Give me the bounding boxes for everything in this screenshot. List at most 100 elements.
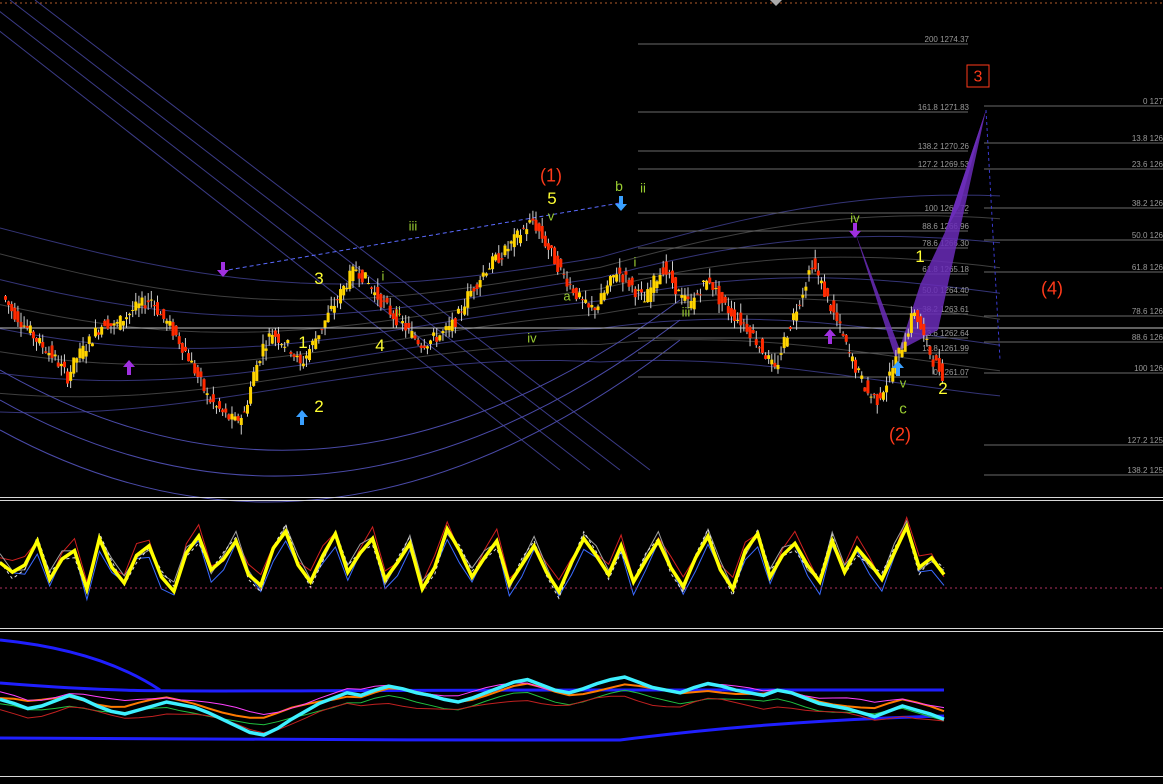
candle-body: [916, 310, 920, 323]
candle-body: [156, 302, 160, 315]
wave-label: iv: [527, 331, 537, 346]
candle-body: [81, 345, 85, 359]
candle-body: [264, 348, 268, 351]
candle-body: [795, 311, 799, 321]
buy-arrow-icon: [296, 410, 308, 425]
candle-body: [556, 255, 560, 272]
candle-body: [881, 392, 885, 400]
candle-body: [211, 394, 215, 403]
pane-separator-2[interactable]: [0, 628, 1163, 629]
candle-body: [84, 351, 88, 357]
fib-label-far: 88.6 126: [1132, 333, 1163, 342]
candle-body: [742, 322, 746, 324]
down-signal-icon: [217, 262, 229, 277]
candle-body: [308, 349, 312, 361]
candle-body: [515, 230, 519, 238]
candle-body: [739, 312, 743, 326]
candle-body: [450, 319, 454, 331]
candle-body: [568, 283, 572, 285]
candle-body: [726, 306, 730, 314]
candle-body: [28, 325, 32, 334]
fib-label-far: 50.0 126: [1132, 231, 1163, 240]
candle-body: [66, 371, 70, 384]
candle-body: [103, 320, 107, 327]
candle-body: [236, 416, 240, 421]
candle-body: [304, 355, 308, 359]
candle-body: [97, 332, 101, 335]
candle-body: [19, 321, 23, 328]
candle-body: [171, 322, 175, 336]
candle-body: [351, 266, 355, 282]
candle-body: [404, 323, 408, 331]
candle-body: [146, 300, 150, 303]
candle-body: [106, 319, 110, 329]
candle-body: [149, 299, 153, 301]
band-entry-line: [0, 638, 161, 692]
wave-label: 2: [938, 379, 947, 398]
candle-body: [407, 322, 411, 328]
candle-body: [646, 289, 650, 303]
candle-body: [385, 297, 389, 303]
candle-body: [25, 325, 29, 328]
candle-body: [196, 367, 200, 377]
candle-body: [698, 294, 702, 296]
candle-body: [239, 417, 243, 425]
candle-body: [193, 363, 197, 374]
candle-body: [124, 317, 128, 320]
candle-body: [335, 299, 339, 301]
candle-body: [937, 358, 941, 372]
wave-label: (4): [1041, 278, 1063, 298]
candle-body: [227, 414, 231, 420]
candle-body: [587, 303, 591, 308]
candle-body: [571, 288, 575, 294]
candle-body: [618, 267, 622, 274]
candle-body: [249, 386, 253, 404]
candle-body: [379, 294, 383, 308]
lower-channel-curve: [0, 299, 681, 451]
candle-body: [413, 335, 417, 339]
candle-body: [444, 326, 448, 331]
candle-body: [35, 338, 39, 342]
candle-body: [593, 307, 597, 311]
pane-separator-1[interactable]: [0, 497, 1163, 498]
candle-body: [652, 275, 656, 293]
candle-body: [4, 296, 7, 300]
candle-body: [720, 292, 724, 304]
candle-body: [624, 271, 628, 275]
candle-body: [441, 331, 445, 334]
candle-body: [190, 360, 194, 363]
candle-body: [919, 316, 923, 330]
candle-body: [429, 340, 433, 344]
candle-body: [754, 339, 758, 346]
candle-body: [596, 306, 600, 311]
candle-body: [531, 218, 535, 221]
candle-body: [912, 312, 916, 317]
candle-body: [131, 309, 135, 311]
candle-body: [38, 338, 42, 344]
candle-body: [472, 288, 476, 292]
pane-separator-1b: [0, 500, 1163, 501]
candle-body: [574, 287, 578, 300]
candle-body: [599, 293, 603, 305]
candle-body: [838, 321, 842, 324]
candle-body: [931, 359, 935, 367]
fib-label: 200 1274.37: [925, 35, 970, 44]
candle-body: [770, 359, 774, 365]
candle-body: [168, 321, 172, 326]
candle-body: [674, 277, 678, 295]
candle-body: [878, 392, 882, 399]
candle-body: [928, 346, 932, 355]
candle-body: [798, 304, 802, 306]
candle-body: [767, 355, 771, 359]
candle-body: [900, 349, 904, 358]
candle-body: [326, 312, 330, 323]
candle-body: [323, 320, 327, 328]
candle-body: [686, 296, 690, 300]
fib-label-far: 78.6 126: [1132, 307, 1163, 316]
candle-body: [478, 280, 482, 288]
candle-body: [875, 394, 879, 405]
candle-body: [180, 342, 184, 353]
candle-body: [760, 338, 764, 353]
candle-body: [165, 320, 169, 324]
upper-band-line: [0, 681, 944, 693]
